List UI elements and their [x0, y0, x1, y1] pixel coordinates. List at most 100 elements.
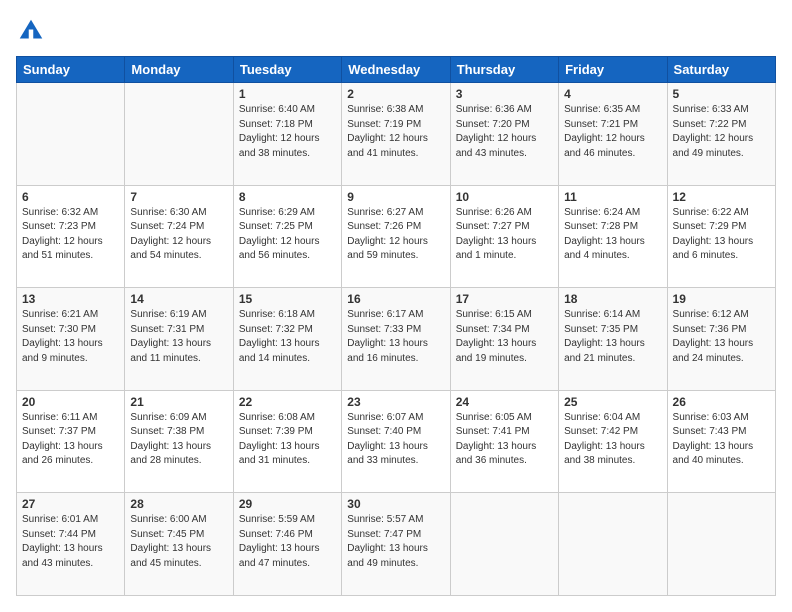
calendar-cell: 19 Sunrise: 6:12 AMSunset: 7:36 PMDayligh… — [667, 288, 775, 391]
calendar-cell: 20Sunrise: 6:11 AMSunset: 7:37 PMDayligh… — [17, 390, 125, 493]
calendar-cell: 22 Sunrise: 6:08 AMSunset: 7:39 PMDayligh… — [233, 390, 341, 493]
logo — [16, 16, 50, 46]
day-info: Sunrise: 6:21 AMSunset: 7:30 PMDaylight:… — [22, 308, 119, 366]
day-info: Sunrise: 6:15 AMSunset: 7:34 PMDaylight:… — [456, 308, 553, 366]
day-info: Sunrise: 6:03 AMSunset: 7:43 PMDaylight:… — [673, 411, 770, 469]
calendar-cell: 3 Sunrise: 6:36 AMSunset: 7:20 PMDaylight… — [450, 83, 558, 186]
calendar-cell: 28 Sunrise: 6:00 AMSunset: 7:45 PMDayligh… — [125, 493, 233, 596]
day-info: Sunrise: 6:05 AMSunset: 7:41 PMDaylight:… — [456, 411, 553, 469]
day-number: 15 — [239, 292, 336, 306]
day-number: 6 — [22, 190, 119, 204]
day-info: Sunrise: 6:33 AMSunset: 7:22 PMDaylight:… — [673, 103, 770, 161]
calendar-cell: 1 Sunrise: 6:40 AMSunset: 7:18 PMDaylight… — [233, 83, 341, 186]
day-info: Sunrise: 6:00 AMSunset: 7:45 PMDaylight:… — [130, 513, 227, 571]
weekday-header-tuesday: Tuesday — [233, 57, 341, 83]
calendar-cell: 17 Sunrise: 6:15 AMSunset: 7:34 PMDayligh… — [450, 288, 558, 391]
calendar-cell: 15 Sunrise: 6:18 AMSunset: 7:32 PMDayligh… — [233, 288, 341, 391]
day-number: 11 — [564, 190, 661, 204]
weekday-header-sunday: Sunday — [17, 57, 125, 83]
day-info: Sunrise: 6:22 AMSunset: 7:29 PMDaylight:… — [673, 206, 770, 264]
day-number: 25 — [564, 395, 661, 409]
day-info: Sunrise: 6:12 AMSunset: 7:36 PMDaylight:… — [673, 308, 770, 366]
calendar-cell: 12Sunrise: 6:22 AMSunset: 7:29 PMDayligh… — [667, 185, 775, 288]
day-number: 16 — [347, 292, 444, 306]
day-info: Sunrise: 6:19 AMSunset: 7:31 PMDaylight:… — [130, 308, 227, 366]
day-number: 18 — [564, 292, 661, 306]
day-info: Sunrise: 5:57 AMSunset: 7:47 PMDaylight:… — [347, 513, 444, 571]
weekday-header-row: SundayMondayTuesdayWednesdayThursdayFrid… — [17, 57, 776, 83]
calendar-cell: 30Sunrise: 5:57 AMSunset: 7:47 PMDayligh… — [342, 493, 450, 596]
week-row-5: 27Sunrise: 6:01 AMSunset: 7:44 PMDayligh… — [17, 493, 776, 596]
calendar-cell: 29 Sunrise: 5:59 AMSunset: 7:46 PMDayligh… — [233, 493, 341, 596]
calendar-cell: 8 Sunrise: 6:29 AMSunset: 7:25 PMDaylight… — [233, 185, 341, 288]
day-info: Sunrise: 6:40 AMSunset: 7:18 PMDaylight:… — [239, 103, 336, 161]
day-number: 26 — [673, 395, 770, 409]
week-row-4: 20Sunrise: 6:11 AMSunset: 7:37 PMDayligh… — [17, 390, 776, 493]
calendar-cell: 16 Sunrise: 6:17 AMSunset: 7:33 PMDayligh… — [342, 288, 450, 391]
week-row-3: 13 Sunrise: 6:21 AMSunset: 7:30 PMDayligh… — [17, 288, 776, 391]
calendar-cell: 5Sunrise: 6:33 AMSunset: 7:22 PMDaylight… — [667, 83, 775, 186]
day-info: Sunrise: 6:26 AMSunset: 7:27 PMDaylight:… — [456, 206, 553, 264]
calendar-cell: 7 Sunrise: 6:30 AMSunset: 7:24 PMDaylight… — [125, 185, 233, 288]
day-info: Sunrise: 6:29 AMSunset: 7:25 PMDaylight:… — [239, 206, 336, 264]
calendar-cell: 10 Sunrise: 6:26 AMSunset: 7:27 PMDayligh… — [450, 185, 558, 288]
weekday-header-friday: Friday — [559, 57, 667, 83]
day-info: Sunrise: 6:24 AMSunset: 7:28 PMDaylight:… — [564, 206, 661, 264]
day-info: Sunrise: 6:04 AMSunset: 7:42 PMDaylight:… — [564, 411, 661, 469]
day-number: 13 — [22, 292, 119, 306]
calendar-cell: 23 Sunrise: 6:07 AMSunset: 7:40 PMDayligh… — [342, 390, 450, 493]
week-row-1: 1 Sunrise: 6:40 AMSunset: 7:18 PMDaylight… — [17, 83, 776, 186]
calendar-cell: 6 Sunrise: 6:32 AMSunset: 7:23 PMDaylight… — [17, 185, 125, 288]
week-row-2: 6 Sunrise: 6:32 AMSunset: 7:23 PMDaylight… — [17, 185, 776, 288]
day-info: Sunrise: 6:09 AMSunset: 7:38 PMDaylight:… — [130, 411, 227, 469]
day-info: Sunrise: 5:59 AMSunset: 7:46 PMDaylight:… — [239, 513, 336, 571]
calendar-cell: 24 Sunrise: 6:05 AMSunset: 7:41 PMDayligh… — [450, 390, 558, 493]
day-number: 19 — [673, 292, 770, 306]
day-info: Sunrise: 6:32 AMSunset: 7:23 PMDaylight:… — [22, 206, 119, 264]
day-number: 7 — [130, 190, 227, 204]
day-number: 10 — [456, 190, 553, 204]
day-number: 3 — [456, 87, 553, 101]
calendar-cell — [125, 83, 233, 186]
calendar-cell — [450, 493, 558, 596]
calendar-cell: 26 Sunrise: 6:03 AMSunset: 7:43 PMDayligh… — [667, 390, 775, 493]
calendar-table: SundayMondayTuesdayWednesdayThursdayFrid… — [16, 56, 776, 596]
day-number: 23 — [347, 395, 444, 409]
day-info: Sunrise: 6:08 AMSunset: 7:39 PMDaylight:… — [239, 411, 336, 469]
day-number: 28 — [130, 497, 227, 511]
header — [16, 16, 776, 46]
day-info: Sunrise: 6:30 AMSunset: 7:24 PMDaylight:… — [130, 206, 227, 264]
day-info: Sunrise: 6:18 AMSunset: 7:32 PMDaylight:… — [239, 308, 336, 366]
day-info: Sunrise: 6:07 AMSunset: 7:40 PMDaylight:… — [347, 411, 444, 469]
day-info: Sunrise: 6:01 AMSunset: 7:44 PMDaylight:… — [22, 513, 119, 571]
calendar-cell — [559, 493, 667, 596]
day-info: Sunrise: 6:17 AMSunset: 7:33 PMDaylight:… — [347, 308, 444, 366]
day-number: 20 — [22, 395, 119, 409]
logo-icon — [16, 16, 46, 46]
page: SundayMondayTuesdayWednesdayThursdayFrid… — [0, 0, 792, 612]
weekday-header-thursday: Thursday — [450, 57, 558, 83]
day-number: 17 — [456, 292, 553, 306]
calendar-cell: 27Sunrise: 6:01 AMSunset: 7:44 PMDayligh… — [17, 493, 125, 596]
day-number: 9 — [347, 190, 444, 204]
day-number: 14 — [130, 292, 227, 306]
day-number: 29 — [239, 497, 336, 511]
day-number: 22 — [239, 395, 336, 409]
day-number: 21 — [130, 395, 227, 409]
day-info: Sunrise: 6:14 AMSunset: 7:35 PMDaylight:… — [564, 308, 661, 366]
day-info: Sunrise: 6:38 AMSunset: 7:19 PMDaylight:… — [347, 103, 444, 161]
weekday-header-monday: Monday — [125, 57, 233, 83]
calendar-cell: 14 Sunrise: 6:19 AMSunset: 7:31 PMDayligh… — [125, 288, 233, 391]
day-number: 4 — [564, 87, 661, 101]
calendar-cell: 4Sunrise: 6:35 AMSunset: 7:21 PMDaylight… — [559, 83, 667, 186]
calendar-cell: 13 Sunrise: 6:21 AMSunset: 7:30 PMDayligh… — [17, 288, 125, 391]
calendar-cell: 21 Sunrise: 6:09 AMSunset: 7:38 PMDayligh… — [125, 390, 233, 493]
calendar-cell: 11 Sunrise: 6:24 AMSunset: 7:28 PMDayligh… — [559, 185, 667, 288]
day-number: 24 — [456, 395, 553, 409]
day-number: 1 — [239, 87, 336, 101]
day-info: Sunrise: 6:36 AMSunset: 7:20 PMDaylight:… — [456, 103, 553, 161]
calendar-cell — [17, 83, 125, 186]
calendar-cell: 2Sunrise: 6:38 AMSunset: 7:19 PMDaylight… — [342, 83, 450, 186]
day-number: 8 — [239, 190, 336, 204]
calendar-cell: 9Sunrise: 6:27 AMSunset: 7:26 PMDaylight… — [342, 185, 450, 288]
